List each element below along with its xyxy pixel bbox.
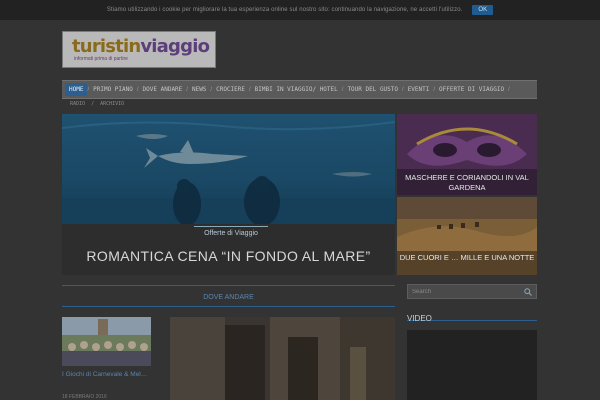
stone-corridor-image — [170, 317, 395, 400]
nav-item-tour-gusto[interactable]: Tour del Gusto — [343, 81, 402, 98]
side-card-title[interactable]: MASCHERE E CORIANDOLI IN VAL GARDENA — [397, 173, 537, 193]
nav-item-crociere[interactable]: Crociere — [212, 81, 249, 98]
nav-item-eventi[interactable]: Eventi — [404, 81, 434, 98]
side-card-carnival[interactable]: MASCHERE E CORIANDOLI IN VAL GARDENA — [397, 114, 537, 195]
side-card-title[interactable]: DUE CUORI E … MILLE E UNA NOTTE — [397, 253, 537, 263]
logo-tagline: informati prima di partire — [74, 55, 128, 62]
logo-wordmark: turistinviaggio — [72, 35, 215, 57]
hero-slide[interactable]: Offerte di Viaggio ROMANTICA CENA “IN FO… — [62, 114, 395, 275]
nav-separator: / — [91, 101, 95, 107]
side-card-desert[interactable]: DUE CUORI E … MILLE E UNA NOTTE — [397, 197, 537, 275]
search-icon[interactable] — [524, 287, 532, 296]
logo-part2: viaggio — [140, 35, 210, 57]
desert-camels-image — [397, 197, 537, 275]
video-widget-header: Video — [407, 308, 537, 323]
nav-item-dove-andare[interactable]: Dove Andare — [139, 81, 187, 98]
nav-item-home[interactable]: Home — [65, 83, 88, 96]
article-title[interactable]: I Giochi di Carnevale & Mel… — [62, 371, 154, 379]
search-input[interactable] — [412, 288, 512, 295]
section-title[interactable]: Dove Andare — [203, 294, 254, 301]
article-date: 18 FEBBRAIO 2016 — [62, 394, 107, 400]
site-logo[interactable]: turistinviaggio informati prima di parti… — [62, 31, 216, 68]
cookie-bar: Stiamo utilizzando i cookie per migliora… — [0, 0, 600, 20]
subnav-item-archivio[interactable]: Archivio — [100, 101, 124, 107]
article-thumbnail[interactable] — [62, 317, 151, 366]
hero-image-underwater — [62, 114, 395, 224]
carnival-group-image — [62, 317, 151, 366]
main-nav: Home / Primo Piano / Dove Andare / News … — [62, 80, 537, 99]
cookie-ok-button[interactable]: OK — [472, 5, 494, 15]
cookie-message: Stiamo utilizzando i cookie per migliora… — [106, 7, 463, 13]
featured-article-thumbnail[interactable] — [170, 317, 395, 400]
nav-item-primo-piano[interactable]: Primo Piano — [89, 81, 137, 98]
video-widget-title: Video — [407, 314, 432, 323]
logo-part1: turistin — [72, 35, 141, 57]
sub-nav: Radio / Archivio — [70, 101, 124, 107]
nav-item-bimbi[interactable]: Bimbi in Viaggio/ Hotel — [251, 81, 342, 98]
subnav-item-radio[interactable]: Radio — [70, 101, 85, 107]
nav-item-news[interactable]: News — [188, 81, 210, 98]
search-box — [407, 284, 537, 299]
hero-title[interactable]: ROMANTICA CENA “IN FONDO AL MARE” — [62, 248, 395, 264]
video-player[interactable] — [407, 330, 537, 400]
nav-separator: / — [508, 86, 510, 93]
section-header: Dove Andare — [62, 285, 395, 307]
hero-category[interactable]: Offerte di Viaggio — [194, 226, 268, 238]
nav-item-offerte[interactable]: Offerte di Viaggio — [435, 81, 508, 98]
